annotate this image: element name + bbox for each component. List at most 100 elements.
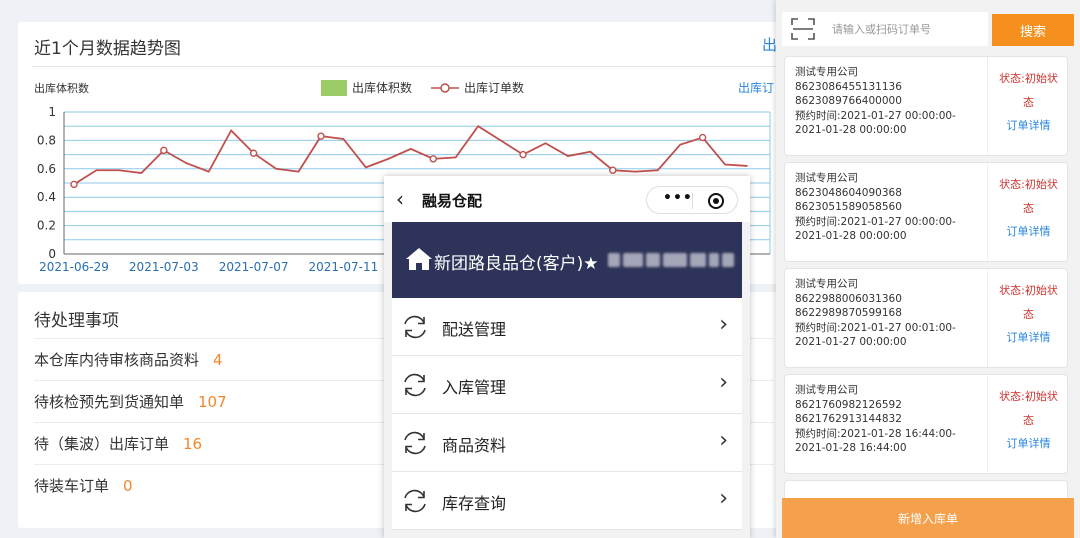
add-inbound-order-button[interactable]: 新增入库单 — [782, 498, 1074, 538]
order-company: 测试专用公司 — [795, 66, 858, 78]
refresh-icon — [404, 315, 426, 339]
order-company: 测试专用公司 — [795, 172, 858, 184]
more-dots-icon[interactable]: ••• — [663, 190, 693, 206]
order-info: 测试专用公司 8623048604090368 8623051589058560… — [795, 171, 985, 244]
pending-item-count[interactable]: 16 — [183, 435, 202, 453]
order-detail-link[interactable]: 订单详情 — [988, 117, 1069, 133]
order-number: 8622989870599168 — [795, 307, 902, 319]
trend-title: 近1个月数据趋势图 — [34, 39, 181, 59]
chevron-right-icon: › — [719, 370, 728, 395]
miniapp-nav-bar: ‹ 融易仓配 ••• — [384, 176, 750, 222]
pending-item-count[interactable]: 0 — [123, 477, 133, 495]
order-detail-link[interactable]: 订单详情 — [988, 329, 1069, 345]
data-point — [698, 133, 707, 142]
menu-item-inventory[interactable]: 库存查询 › — [392, 472, 742, 530]
order-info: 测试专用公司 8621760982126592 8621762913144832… — [795, 383, 985, 456]
data-point — [249, 149, 258, 157]
order-time: 预约时间:2021-01-28 16:44:00-2021-01-28 16:4… — [795, 427, 956, 455]
capsule-divider — [692, 193, 693, 209]
miniapp-window: ‹ 融易仓配 ••• 新团路良品仓(客户)★ 配送管理 › 入库管理 › 商品资… — [384, 176, 750, 538]
x-tick-label: 2021-07-07 — [219, 260, 289, 274]
order-number: 8621760982126592 — [795, 398, 902, 411]
order-status: 状态:初始状态 — [999, 178, 1058, 215]
back-chevron-icon[interactable]: ‹ — [396, 187, 404, 211]
order-side: 状态:初始状态 订单详情 — [987, 57, 1069, 155]
miniapp-title: 融易仓配 — [422, 192, 483, 210]
pending-title: 待处理事项 — [34, 311, 119, 331]
pending-item-count[interactable]: 4 — [213, 351, 223, 369]
pending-item-count[interactable]: 107 — [198, 393, 227, 411]
order-status: 状态:初始状态 — [999, 72, 1058, 109]
data-point — [519, 150, 527, 159]
order-side: 状态:初始状态 订单详情 — [987, 163, 1069, 261]
refresh-icon — [404, 489, 426, 513]
legend-link[interactable]: 出库订 — [738, 80, 774, 95]
menu-item-label: 配送管理 — [442, 320, 507, 339]
y-tick-label: 0.6 — [37, 162, 56, 176]
data-point — [609, 166, 617, 174]
y-tick-label: 0 — [48, 247, 56, 261]
trend-corner-link[interactable]: 出 — [762, 34, 777, 55]
menu-item-label: 入库管理 — [442, 378, 507, 397]
order-side: 状态:初始状态 订单详情 — [987, 375, 1069, 473]
x-tick-label: 2021-07-03 — [129, 260, 199, 274]
scan-icon[interactable] — [790, 17, 816, 41]
chevron-right-icon: › — [719, 428, 728, 453]
order-number: 8623048604090368 — [795, 186, 902, 199]
order-panel: 搜索 测试专用公司 8623086455131136 8623089766400… — [776, 0, 1080, 538]
chevron-right-icon: › — [719, 486, 728, 511]
y-tick-label: 0.4 — [37, 190, 56, 204]
order-info: 测试专用公司 8622988006031360 8622989870599168… — [795, 277, 985, 350]
order-company: 测试专用公司 — [795, 384, 858, 396]
order-card[interactable]: 测试专用公司 8623086455131136 8623089766400000… — [784, 56, 1068, 156]
data-point — [70, 180, 78, 189]
search-button[interactable]: 搜索 — [992, 14, 1074, 46]
menu-item-products[interactable]: 商品资料 › — [392, 414, 742, 472]
order-number: 8621762913144832 — [795, 413, 902, 425]
menu-item-delivery[interactable]: 配送管理 › — [392, 298, 742, 356]
x-tick-label: 2021-07-11 — [309, 260, 379, 274]
order-detail-link[interactable]: 订单详情 — [988, 223, 1069, 239]
legend-volume-label: 出库体积数 — [352, 80, 412, 95]
menu-item-label: 库存查询 — [442, 494, 507, 513]
order-detail-link[interactable]: 订单详情 — [988, 435, 1069, 451]
order-time: 预约时间:2021-01-27 00:01:00-2021-01-27 00:0… — [795, 321, 956, 349]
order-number: 8623089766400000 — [795, 95, 902, 107]
miniapp-capsule: ••• — [646, 186, 738, 214]
page-header — [0, 0, 780, 14]
refresh-icon — [404, 373, 426, 397]
y-axis-title: 出库体积数 — [34, 81, 89, 95]
redacted-account-id — [608, 253, 736, 267]
warehouse-name: 新团路良品仓(客户)★ — [434, 254, 599, 274]
y-tick-label: 1 — [48, 105, 56, 119]
pending-item-label: 本仓库内待审核商品资料 — [34, 351, 200, 369]
order-number: 8622988006031360 — [795, 292, 902, 305]
menu-item-inbound[interactable]: 入库管理 › — [392, 356, 742, 414]
order-company: 测试专用公司 — [795, 278, 858, 290]
order-search-input[interactable] — [832, 20, 982, 38]
order-card[interactable]: 测试专用公司 8623048604090368 8623051589058560… — [784, 162, 1068, 262]
chevron-right-icon: › — [719, 312, 728, 337]
order-status: 状态:初始状态 — [999, 284, 1058, 321]
pending-item-label: 待装车订单 — [34, 477, 110, 495]
home-icon — [406, 248, 432, 270]
order-card[interactable]: 测试专用公司 8621760982126592 8621762913144832… — [784, 374, 1068, 474]
close-target-icon[interactable] — [708, 193, 724, 209]
data-point — [317, 132, 325, 140]
warehouse-banner[interactable]: 新团路良品仓(客户)★ — [392, 222, 742, 298]
data-point — [160, 146, 168, 155]
search-box — [782, 12, 988, 46]
order-card[interactable]: 测试专用公司 8622988006031360 8622989870599168… — [784, 268, 1068, 368]
data-point — [429, 155, 437, 163]
divider — [32, 66, 798, 67]
order-number: 8623051589058560 — [795, 201, 902, 213]
order-time: 预约时间:2021-01-27 00:00:00-2021-01-28 00:0… — [795, 109, 956, 137]
legend-volume-swatch — [321, 80, 347, 96]
legend-orders-label: 出库订单数 — [464, 80, 524, 95]
x-tick-label: 2021-06-29 — [39, 260, 109, 274]
order-info: 测试专用公司 8623086455131136 8623089766400000… — [795, 65, 985, 138]
refresh-icon — [404, 431, 426, 455]
pending-item-label: 待核检预先到货通知单 — [34, 393, 185, 411]
order-time: 预约时间:2021-01-27 00:00:00-2021-01-28 00:0… — [795, 215, 956, 243]
legend-orders-marker — [440, 83, 450, 93]
